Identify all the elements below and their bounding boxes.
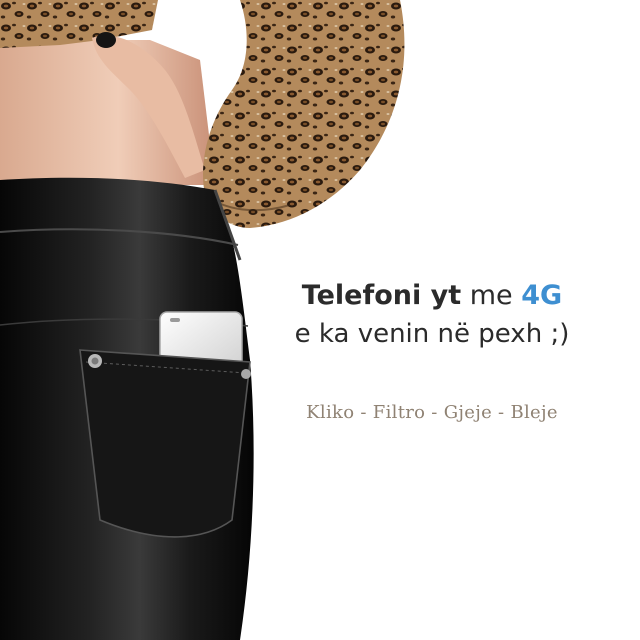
headline: Telefoni yt me 4G e ka venin në pexh ;): [262, 278, 602, 352]
tagline: Kliko - Filtro - Gjeje - Bleje: [306, 402, 558, 423]
headline-line-2: e ka venin në pexh ;): [294, 319, 570, 349]
headline-plain-text: me: [469, 280, 513, 311]
headline-line-1: Telefoni yt me 4G: [262, 278, 602, 314]
headline-accent-text: 4G: [521, 280, 563, 311]
headline-bold-text: Telefoni yt: [301, 280, 462, 311]
ad-canvas: Telefoni yt me 4G e ka venin në pexh ;) …: [0, 0, 640, 640]
